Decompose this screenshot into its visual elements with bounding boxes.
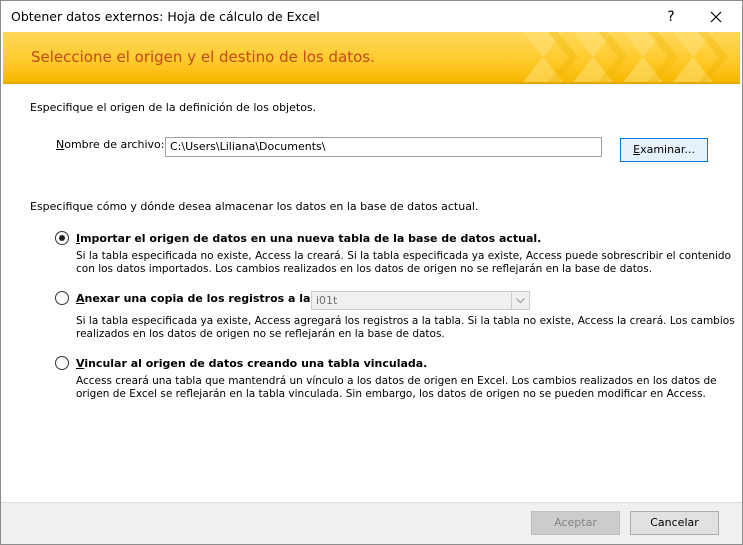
import-excel-dialog: Obtener datos externos: Hoja de cálculo … <box>0 0 743 545</box>
option-append-label[interactable]: Anexar una copia de los registros a la t… <box>76 292 350 306</box>
radio-link[interactable] <box>55 356 69 370</box>
ok-button[interactable]: Aceptar <box>531 511 620 535</box>
option-link-label[interactable]: Vincular al origen de datos creando una … <box>76 357 427 371</box>
append-table-select[interactable]: i01t <box>311 291 530 310</box>
option-import-label-text: mportar el origen de datos en una nueva … <box>80 232 542 245</box>
option-link-label-text: incular al origen de datos creando una t… <box>84 357 428 370</box>
append-table-value: i01t <box>316 294 338 307</box>
option-import-desc-1: Si la tabla especificada no existe, Acce… <box>76 250 731 262</box>
radio-append[interactable] <box>55 291 69 305</box>
filename-label-accesskey: N <box>56 138 65 151</box>
option-append-desc-2: realizados en los datos de origen no se … <box>76 328 445 340</box>
dropdown-arrow-button[interactable] <box>511 292 529 309</box>
option-import-label[interactable]: Importar el origen de datos en una nueva… <box>76 232 541 246</box>
source-instruction: Especifique el origen de la definición d… <box>30 101 317 114</box>
filename-input[interactable] <box>165 137 602 157</box>
title-bar: Obtener datos externos: Hoja de cálculo … <box>1 1 742 32</box>
option-link-desc-2: origen de Excel se reflejarán en la tabl… <box>76 388 706 400</box>
option-link-desc-1: Access creará una tabla que mantendrá un… <box>76 375 717 387</box>
header-banner: Seleccione el origen y el destino de los… <box>3 32 740 84</box>
help-button[interactable]: ? <box>655 3 687 31</box>
option-import-desc-2: con los datos importados. Los cambios re… <box>76 263 653 275</box>
window-title: Obtener datos externos: Hoja de cálculo … <box>11 9 320 24</box>
cancel-button[interactable]: Cancelar <box>630 511 719 535</box>
radio-import[interactable] <box>55 231 69 245</box>
radio-selected-dot <box>59 235 65 241</box>
option-append-accesskey: A <box>76 292 85 305</box>
close-button[interactable] <box>697 3 735 31</box>
chevron-down-icon <box>516 298 525 304</box>
destination-instruction: Especifique cómo y dónde desea almacenar… <box>30 200 479 213</box>
browse-label: xaminar... <box>640 143 695 156</box>
filename-label-text: ombre de archivo: <box>64 138 165 151</box>
option-append-desc-1: Si la tabla especificada ya existe, Acce… <box>76 315 735 327</box>
banner-title: Seleccione el origen y el destino de los… <box>31 48 375 66</box>
browse-button[interactable]: Examinar... <box>620 138 708 162</box>
close-icon <box>710 11 722 23</box>
filename-label: Nombre de archivo: <box>56 138 165 152</box>
